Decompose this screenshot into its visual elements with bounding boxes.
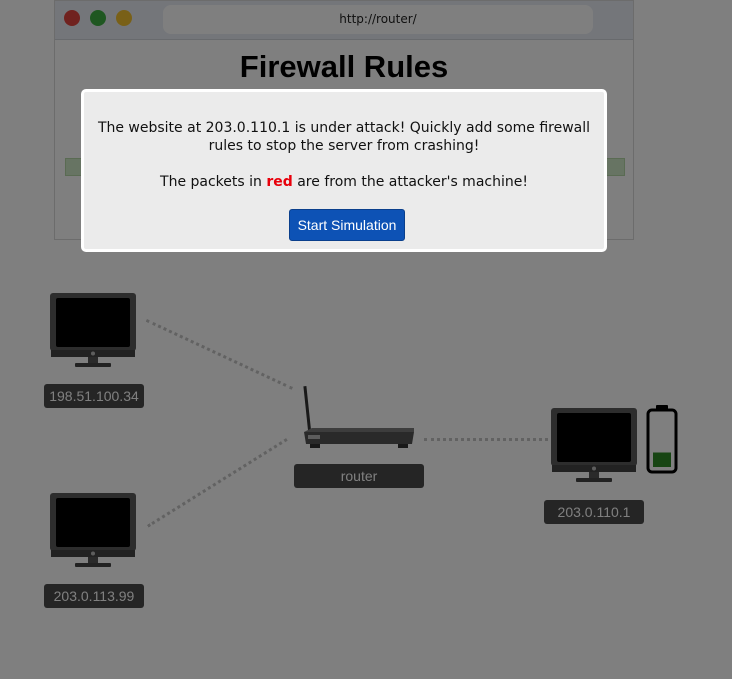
dialog-message: The website at 203.0.110.1 is under atta… [97,120,591,154]
warning-suffix: are from the attacker's machine! [292,174,528,190]
start-simulation-button[interactable]: Start Simulation [289,209,405,241]
dialog-warning: The packets in red are from the attacker… [94,173,594,191]
intro-dialog: The website at 203.0.110.1 is under atta… [81,89,607,252]
warning-highlight: red [266,174,293,190]
warning-prefix: The packets in [160,174,267,190]
